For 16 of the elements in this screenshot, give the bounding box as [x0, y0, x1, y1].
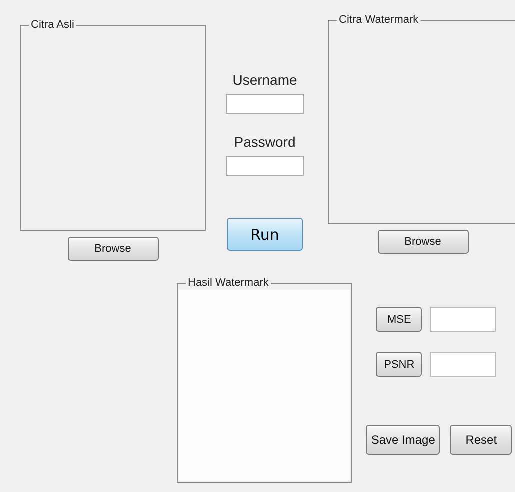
panel-title: Citra Watermark	[338, 14, 420, 26]
password-label: Password	[234, 134, 296, 150]
run-button[interactable]: Run	[227, 218, 303, 251]
username-field[interactable]	[226, 94, 304, 114]
metric-field[interactable]	[430, 307, 496, 332]
panel-title: Citra Asli	[30, 19, 76, 31]
browse-button[interactable]: Browse	[68, 237, 158, 261]
metric-button[interactable]: MSE	[376, 307, 422, 332]
username-label: Username	[232, 72, 298, 88]
save-image-button[interactable]: Save Image	[366, 425, 440, 455]
password-field[interactable]	[226, 156, 304, 176]
panel-title: Hasil Watermark	[187, 277, 270, 289]
reset-button[interactable]: Reset	[450, 425, 512, 455]
metric-field[interactable]	[430, 352, 496, 377]
browse-button[interactable]: Browse	[378, 230, 468, 254]
metric-button[interactable]: PSNR	[376, 352, 422, 377]
